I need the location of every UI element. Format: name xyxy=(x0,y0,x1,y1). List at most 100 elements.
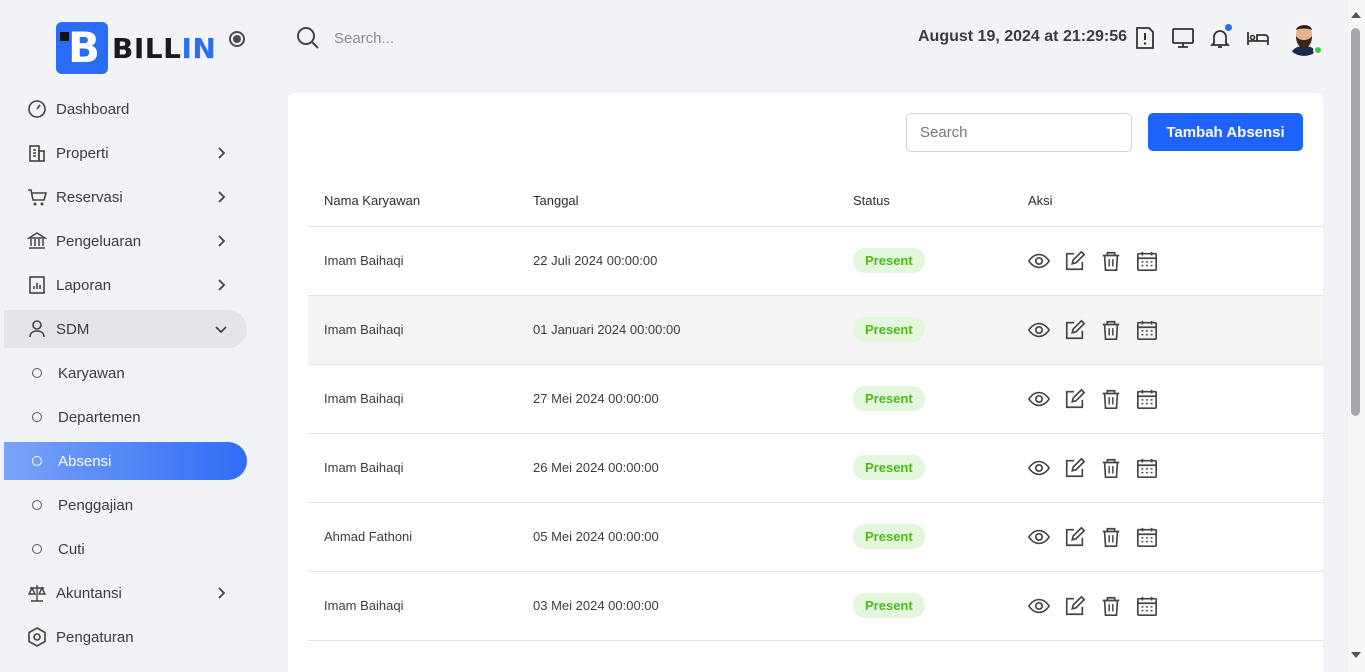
employee-name: Imam Baihaqi xyxy=(308,226,533,296)
delete-icon[interactable] xyxy=(1100,457,1122,479)
attendance-date: 03 Mei 2024 00:00:00 xyxy=(533,571,853,641)
sidebar-item-label: Properti xyxy=(56,144,109,162)
column-header-status[interactable]: Status xyxy=(853,176,1028,227)
circle-icon xyxy=(32,544,42,554)
logo-text: BILLIN xyxy=(112,32,216,65)
circle-icon xyxy=(32,500,42,510)
sidebar-item-laporan[interactable]: Laporan xyxy=(4,266,247,304)
sidebar-item-pengeluaran[interactable]: Pengeluaran xyxy=(4,222,247,260)
attendance-card: Tambah Absensi Nama Karyawan Tanggal Sta… xyxy=(288,93,1323,672)
sidebar-item-penggajian[interactable]: Penggajian xyxy=(4,486,247,524)
chevron-down-icon xyxy=(215,326,227,334)
chevron-right-icon xyxy=(218,587,226,599)
view-icon[interactable] xyxy=(1028,250,1050,272)
status-badge: Present xyxy=(853,386,925,411)
report-icon xyxy=(26,274,48,296)
column-header-date[interactable]: Tanggal xyxy=(533,176,853,227)
table-row: Imam Baihaqi 01 Januari 2024 00:00:00 Pres… xyxy=(308,295,1323,365)
edit-icon[interactable] xyxy=(1064,595,1086,617)
monitor-icon[interactable] xyxy=(1171,26,1195,50)
notification-dot xyxy=(1225,24,1232,31)
delete-icon[interactable] xyxy=(1100,595,1122,617)
table-row: Imam Baihaqi 03 Mei 2024 00:00:00 Present xyxy=(308,571,1323,641)
status-cell: Present xyxy=(853,433,1028,503)
building-icon xyxy=(26,142,48,164)
sidebar-item-departemen[interactable]: Departemen xyxy=(4,398,247,436)
status-badge: Present xyxy=(853,524,925,549)
sidebar-item-label: Reservasi xyxy=(56,188,123,206)
edit-icon[interactable] xyxy=(1064,457,1086,479)
attendance-table: Nama Karyawan Tanggal Status Aksi Imam B… xyxy=(308,176,1323,641)
view-icon[interactable] xyxy=(1028,526,1050,548)
calendar-icon[interactable] xyxy=(1136,595,1158,617)
scroll-down-arrow[interactable] xyxy=(1351,652,1361,658)
view-icon[interactable] xyxy=(1028,319,1050,341)
search-input[interactable]: Search... xyxy=(334,30,394,47)
status-cell: Present xyxy=(853,364,1028,434)
sidebar-item-label: Dashboard xyxy=(56,100,130,118)
edit-icon[interactable] xyxy=(1064,319,1086,341)
global-search[interactable]: Search... xyxy=(296,26,394,50)
actions-cell xyxy=(1028,295,1323,365)
view-icon[interactable] xyxy=(1028,595,1050,617)
sidebar-item-dashboard[interactable]: Dashboard xyxy=(4,90,247,128)
alert-icon[interactable] xyxy=(1133,26,1157,50)
delete-icon[interactable] xyxy=(1100,319,1122,341)
sidebar-item-label: Absensi xyxy=(58,452,112,470)
scale-icon xyxy=(26,582,48,604)
calendar-icon[interactable] xyxy=(1136,526,1158,548)
employee-name: Imam Baihaqi xyxy=(308,571,533,641)
sidebar-item-akuntansi[interactable]: Akuntansi xyxy=(4,574,247,612)
sidebar-item-absensi[interactable]: Absensi xyxy=(4,442,247,480)
sidebar-item-karyawan[interactable]: Karyawan xyxy=(4,354,247,392)
view-icon[interactable] xyxy=(1028,388,1050,410)
status-badge: Present xyxy=(853,593,925,618)
scrollbar-thumb[interactable] xyxy=(1351,28,1360,416)
attendance-date: 05 Mei 2024 00:00:00 xyxy=(533,502,853,572)
sidebar-toggle-button[interactable] xyxy=(229,31,245,47)
sidebar-item-pengaturan[interactable]: Pengaturan xyxy=(4,618,247,656)
sidebar-item-properti[interactable]: Properti xyxy=(4,134,247,172)
status-cell: Present xyxy=(853,226,1028,296)
logo-text-main: BILL xyxy=(112,31,182,65)
sidebar-item-sdm[interactable]: SDM xyxy=(4,310,247,348)
actions-cell xyxy=(1028,226,1323,296)
edit-icon[interactable] xyxy=(1064,250,1086,272)
delete-icon[interactable] xyxy=(1100,526,1122,548)
sidebar-item-label: Penggajian xyxy=(58,496,134,514)
circle-icon xyxy=(32,412,42,422)
chevron-right-icon xyxy=(218,147,226,159)
cart-icon xyxy=(26,186,48,208)
logo-letter: B xyxy=(68,23,101,72)
employee-name: Imam Baihaqi xyxy=(308,295,533,365)
view-icon[interactable] xyxy=(1028,457,1050,479)
sidebar-item-reservasi[interactable]: Reservasi xyxy=(4,178,247,216)
sidebar-item-label: Cuti xyxy=(58,540,85,558)
logo-mark: B xyxy=(56,22,108,74)
search-icon xyxy=(297,27,319,49)
calendar-icon[interactable] xyxy=(1136,319,1158,341)
brand-logo[interactable]: B BILLIN xyxy=(56,22,216,74)
sidebar-item-label: Pengeluaran xyxy=(56,232,142,250)
delete-icon[interactable] xyxy=(1100,388,1122,410)
calendar-icon[interactable] xyxy=(1136,457,1158,479)
scroll-up-arrow[interactable] xyxy=(1351,12,1361,18)
edit-icon[interactable] xyxy=(1064,388,1086,410)
column-header-name[interactable]: Nama Karyawan xyxy=(308,176,533,227)
employee-name: Imam Baihaqi xyxy=(308,433,533,503)
table-row: Ahmad Fathoni 05 Mei 2024 00:00:00 Present xyxy=(308,502,1323,572)
add-attendance-button[interactable]: Tambah Absensi xyxy=(1148,113,1303,151)
table-search-input[interactable] xyxy=(906,113,1132,152)
delete-icon[interactable] xyxy=(1100,250,1122,272)
online-status-indicator xyxy=(1313,45,1323,55)
actions-cell xyxy=(1028,364,1323,434)
bed-icon[interactable] xyxy=(1246,26,1270,50)
column-header-actions: Aksi xyxy=(1028,176,1323,227)
status-cell: Present xyxy=(853,571,1028,641)
attendance-date: 22 Juli 2024 00:00:00 xyxy=(533,226,853,296)
calendar-icon[interactable] xyxy=(1136,250,1158,272)
calendar-icon[interactable] xyxy=(1136,388,1158,410)
status-badge: Present xyxy=(853,317,925,342)
edit-icon[interactable] xyxy=(1064,526,1086,548)
sidebar-item-cuti[interactable]: Cuti xyxy=(4,530,247,568)
